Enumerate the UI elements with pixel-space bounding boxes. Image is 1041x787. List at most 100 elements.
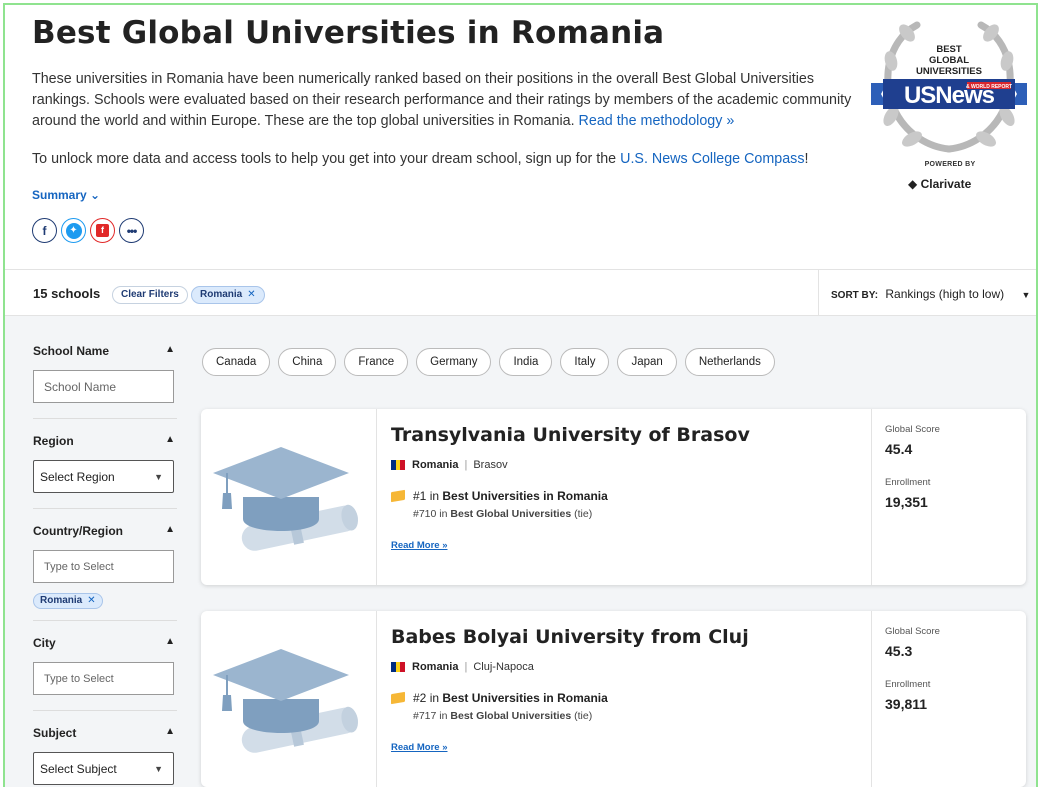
university-info: Babes Bolyai University from Cluj Romani… <box>391 611 871 787</box>
sort-dropdown[interactable]: SORT BY: Rankings (high to low) ▼ <box>831 287 1030 301</box>
university-image <box>201 409 377 585</box>
country-tag[interactable]: Romania ✕ <box>33 593 103 609</box>
filter-header[interactable]: Subject ▲ <box>33 726 177 740</box>
caret-down-icon: ▼ <box>154 763 163 774</box>
flipboard-icon[interactable]: f <box>90 218 115 243</box>
country-chip[interactable]: Netherlands <box>684 348 775 376</box>
country-chip[interactable]: Italy <box>560 348 610 376</box>
summary-toggle[interactable]: Summary ⌄ <box>32 188 100 202</box>
country-chip[interactable]: China <box>278 348 337 376</box>
subject-select-value: Select Subject <box>40 761 117 776</box>
filter-country: Country/Region ▲ Type to Select Romania ✕ <box>33 509 177 621</box>
results-section: 15 schools Clear Filters Romania ✕ SORT B… <box>5 269 1036 787</box>
badge-line2: GLOBAL <box>929 55 969 66</box>
global-score-label: Global Score <box>885 626 940 637</box>
active-filter-label: Romania <box>200 289 243 300</box>
clarivate-icon: ◆ <box>908 177 918 191</box>
filter-header[interactable]: School Name ▲ <box>33 344 177 358</box>
country-rank: #1 in Best Universities in Romania <box>391 489 608 503</box>
filter-header[interactable]: Region ▲ <box>33 434 177 448</box>
trophy-icon <box>391 489 405 503</box>
chevron-up-icon: ▲ <box>165 434 175 445</box>
cta-end: ! <box>804 151 809 167</box>
city-label: Brasov <box>473 459 508 471</box>
enrollment-label: Enrollment <box>885 477 931 488</box>
university-location: Romania | Brasov <box>391 459 508 471</box>
badge-line3: UNIVERSITIES <box>916 66 982 77</box>
subject-select[interactable]: Select Subject ▼ <box>33 752 174 785</box>
enrollment-value: 39,811 <box>885 696 928 712</box>
best-global-universities-badge: BEST GLOBAL UNIVERSITIES USNews & WORLD … <box>871 21 1027 153</box>
rank-list-link[interactable]: Best Universities in Romania <box>442 489 607 503</box>
filter-label: Subject <box>33 726 77 740</box>
global-rank: #717 in Best Global Universities (tie) <box>413 710 592 722</box>
twitter-icon[interactable]: ✦ <box>61 218 86 243</box>
global-rank-number: #717 <box>413 710 437 722</box>
clarivate-logo: ◆ Clarivate <box>908 177 971 191</box>
badge-sub: & WORLD REPORT <box>966 84 1012 90</box>
rank-list-link[interactable]: Best Universities in Romania <box>442 691 607 705</box>
sort-divider <box>818 270 819 316</box>
global-rank-number: #710 <box>413 508 437 520</box>
page-title: Best Global Universities in Romania <box>32 15 665 51</box>
global-score-value: 45.4 <box>885 441 913 457</box>
filter-city: City ▲ Type to Select <box>33 621 177 711</box>
region-select[interactable]: Select Region ▼ <box>33 460 174 493</box>
filter-bar: 15 schools Clear Filters Romania ✕ SORT B… <box>5 270 1036 316</box>
romania-flag-icon <box>391 460 406 470</box>
country-label: Romania <box>412 661 459 673</box>
country-chip[interactable]: Canada <box>202 348 271 376</box>
facebook-icon[interactable]: f <box>32 218 57 243</box>
city-input[interactable]: Type to Select <box>33 662 174 695</box>
cta-text: To unlock more data and access tools to … <box>32 151 617 167</box>
college-compass-link[interactable]: U.S. News College Compass <box>620 151 804 167</box>
filter-sidebar: School Name ▲ School Name Region ▲ Select … <box>33 316 177 787</box>
more-icon[interactable]: ••• <box>119 218 144 243</box>
header-section: Best Global Universities in Romania Thes… <box>5 5 1036 269</box>
rank-number: #1 <box>413 489 427 503</box>
global-rank-in: in <box>439 508 448 520</box>
trophy-icon <box>391 691 405 705</box>
close-icon[interactable]: ✕ <box>247 289 255 300</box>
read-more-link[interactable]: Read More » <box>391 742 448 753</box>
country-chip[interactable]: France <box>344 348 409 376</box>
filter-header[interactable]: City ▲ <box>33 636 177 650</box>
filter-school-name: School Name ▲ School Name <box>33 316 177 419</box>
global-rank: #710 in Best Global Universities (tie) <box>413 508 592 520</box>
global-score-value: 45.3 <box>885 643 913 659</box>
global-score-label: Global Score <box>885 424 940 435</box>
rank-number: #2 <box>413 691 427 705</box>
close-icon[interactable]: ✕ <box>87 595 95 606</box>
results-count: 15 schools <box>33 286 101 301</box>
global-rank-in: in <box>439 710 448 722</box>
country-chips: Canada China France Germany India Italy … <box>202 348 775 376</box>
chevron-up-icon: ▲ <box>165 636 175 647</box>
enrollment-label: Enrollment <box>885 679 931 690</box>
clear-filters-button[interactable]: Clear Filters <box>112 286 188 304</box>
active-filter-pill[interactable]: Romania ✕ <box>191 286 265 304</box>
country-rank: #2 in Best Universities in Romania <box>391 691 608 705</box>
rank-in: in <box>429 489 440 503</box>
page-frame: Best Global Universities in Romania Thes… <box>3 3 1038 787</box>
university-image <box>201 611 377 787</box>
global-rank-list-link[interactable]: Best Global Universities <box>450 710 571 722</box>
filter-label: City <box>33 636 56 650</box>
university-name-link[interactable]: Transylvania University of Brasov <box>391 424 750 446</box>
social-share-bar: f ✦ f ••• <box>32 218 144 243</box>
country-chip[interactable]: India <box>499 348 553 376</box>
country-label: Romania <box>412 459 459 471</box>
country-chip[interactable]: Japan <box>617 348 677 376</box>
filter-label: Region <box>33 434 74 448</box>
country-tag-label: Romania <box>40 595 83 606</box>
university-name-link[interactable]: Babes Bolyai University from Cluj <box>391 626 749 648</box>
country-input[interactable]: Type to Select <box>33 550 174 583</box>
methodology-link[interactable]: Read the methodology » <box>579 113 735 129</box>
school-name-input[interactable]: School Name <box>33 370 174 403</box>
partner-name: Clarivate <box>920 177 972 191</box>
country-chip[interactable]: Germany <box>416 348 492 376</box>
read-more-link[interactable]: Read More » <box>391 540 448 551</box>
sort-value: Rankings (high to low) <box>885 287 1005 301</box>
university-stats: Global Score 45.3 Enrollment 39,811 <box>871 611 1026 787</box>
filter-header[interactable]: Country/Region ▲ <box>33 524 177 538</box>
global-rank-list-link[interactable]: Best Global Universities <box>450 508 571 520</box>
